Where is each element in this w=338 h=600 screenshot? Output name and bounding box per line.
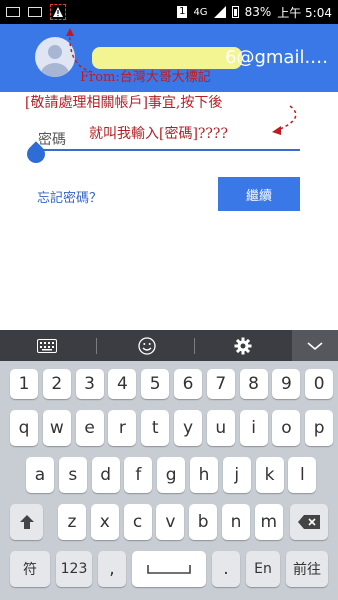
key-6[interactable]: 6 — [174, 369, 202, 399]
key-v[interactable]: v — [156, 504, 185, 540]
on-screen-keyboard: 1234567890 qwertyuiop asdfghjkl zxcvbnm … — [0, 330, 338, 600]
key-r[interactable]: r — [108, 410, 137, 446]
key-n[interactable]: n — [222, 504, 250, 540]
key-x[interactable]: x — [90, 504, 119, 540]
key-5[interactable]: 5 — [141, 369, 170, 399]
chevron-down-icon[interactable] — [292, 330, 338, 361]
key-3[interactable]: 3 — [75, 369, 104, 399]
space-key[interactable] — [132, 551, 206, 587]
key-a[interactable]: a — [26, 457, 54, 493]
key-l[interactable]: l — [288, 457, 317, 493]
key-8[interactable]: 8 — [239, 369, 268, 399]
key-1[interactable]: 1 — [10, 369, 38, 399]
key-g[interactable]: g — [157, 457, 186, 493]
network-indicator: 4G — [193, 6, 208, 18]
shift-key[interactable] — [10, 504, 43, 540]
annotation-note-1: [敬請處理相關帳戶]事宜,按下後 — [25, 95, 223, 111]
key-m[interactable]: m — [254, 504, 283, 540]
key-q[interactable]: q — [10, 410, 38, 446]
comma-key[interactable]: , — [98, 551, 126, 587]
key-7[interactable]: 7 — [206, 369, 235, 399]
key-s[interactable]: s — [58, 457, 87, 493]
key-k[interactable]: k — [255, 457, 284, 493]
annotation-arrow-up — [66, 28, 93, 73]
image-icon — [28, 7, 42, 17]
key-o[interactable]: o — [272, 410, 301, 446]
backspace-key[interactable] — [290, 504, 328, 540]
key-j[interactable]: j — [222, 457, 251, 493]
symbols-key[interactable]: 符 — [10, 551, 50, 587]
annotation-from: From:台灣大哥大標記 — [80, 70, 211, 85]
key-b[interactable]: b — [189, 504, 218, 540]
sim-indicator: 1 — [177, 6, 188, 18]
keyboard-icon[interactable] — [30, 330, 64, 361]
key-w[interactable]: w — [42, 410, 71, 446]
key-9[interactable]: 9 — [272, 369, 301, 399]
key-p[interactable]: p — [305, 410, 334, 446]
forgot-password-link[interactable]: 忘記密碼？ — [37, 187, 102, 206]
password-field[interactable]: 密碼 — [23, 121, 300, 167]
keyboard-icon — [6, 7, 20, 17]
key-4[interactable]: 4 — [108, 369, 137, 399]
clock: 上午 5:04 — [277, 5, 332, 20]
numbers-key[interactable]: 123 — [56, 551, 92, 587]
key-d[interactable]: d — [91, 457, 120, 493]
key-c[interactable]: c — [123, 504, 152, 540]
period-key[interactable]: . — [212, 551, 240, 587]
emoji-icon[interactable] — [130, 330, 164, 361]
toolbar-divider — [96, 338, 97, 354]
status-bar: 1 4G 83% 上午 5:04 — [0, 0, 338, 24]
key-f[interactable]: f — [124, 457, 153, 493]
go-key[interactable]: 前往 — [286, 551, 328, 587]
key-t[interactable]: t — [141, 410, 170, 446]
password-label: 密碼 — [38, 132, 66, 148]
warning-icon — [50, 4, 66, 20]
key-2[interactable]: 2 — [42, 369, 71, 399]
key-z[interactable]: z — [58, 504, 86, 540]
battery-icon — [231, 6, 239, 18]
signal-icon — [213, 6, 226, 18]
settings-icon[interactable] — [226, 330, 260, 361]
battery-percent: 83% — [244, 5, 272, 19]
key-e[interactable]: e — [75, 410, 104, 446]
language-key[interactable]: En — [246, 551, 280, 587]
toolbar-divider — [194, 338, 195, 354]
password-underline — [32, 149, 300, 151]
key-y[interactable]: y — [174, 410, 202, 446]
key-h[interactable]: h — [190, 457, 218, 493]
key-0[interactable]: 0 — [305, 369, 334, 399]
key-i[interactable]: i — [239, 410, 268, 446]
keyboard-toolbar — [0, 330, 338, 361]
key-u[interactable]: u — [206, 410, 235, 446]
continue-button[interactable]: 繼續 — [218, 177, 300, 211]
